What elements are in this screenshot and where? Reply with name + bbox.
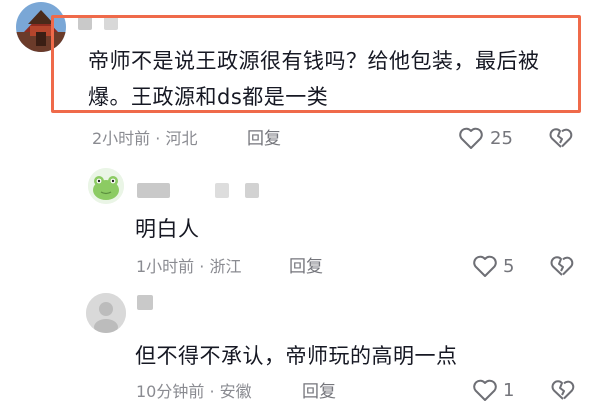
broken-heart-icon[interactable] — [551, 378, 575, 401]
reply-button[interactable]: 回复 — [289, 256, 323, 278]
like-count: 5 — [503, 256, 515, 277]
username-blur — [215, 183, 229, 198]
username-blur — [137, 183, 170, 198]
comment-meta: 2小时前 · 河北 — [92, 129, 198, 148]
like-count: 1 — [503, 380, 515, 401]
comment-meta: 1小时前 · 浙江 — [136, 257, 242, 276]
comment-text: 明白人 — [135, 217, 200, 241]
broken-heart-icon[interactable] — [549, 126, 573, 150]
reply-button[interactable]: 回复 — [247, 128, 281, 150]
heart-icon[interactable] — [472, 378, 498, 401]
comment-section: 帝师不是说王政源很有钱吗？给他包装，最后被爆。王政源和ds都是一类 2小时前 ·… — [0, 0, 600, 401]
heart-icon[interactable] — [458, 126, 484, 150]
comment-meta: 10分钟前 · 安徽 — [136, 382, 252, 401]
comment-text: 帝师不是说王政源很有钱吗？给他包装，最后被爆。王政源和ds都是一类 — [88, 49, 540, 109]
heart-icon[interactable] — [472, 254, 498, 278]
broken-heart-icon[interactable] — [550, 254, 574, 278]
username-blur — [245, 183, 259, 198]
like-count: 25 — [490, 128, 513, 149]
avatar[interactable] — [86, 293, 126, 333]
reply-button[interactable]: 回复 — [302, 381, 336, 401]
username-blur — [137, 295, 153, 310]
comment-text: 但不得不承认，帝师玩的高明一点 — [135, 344, 458, 368]
avatar[interactable] — [88, 168, 124, 204]
